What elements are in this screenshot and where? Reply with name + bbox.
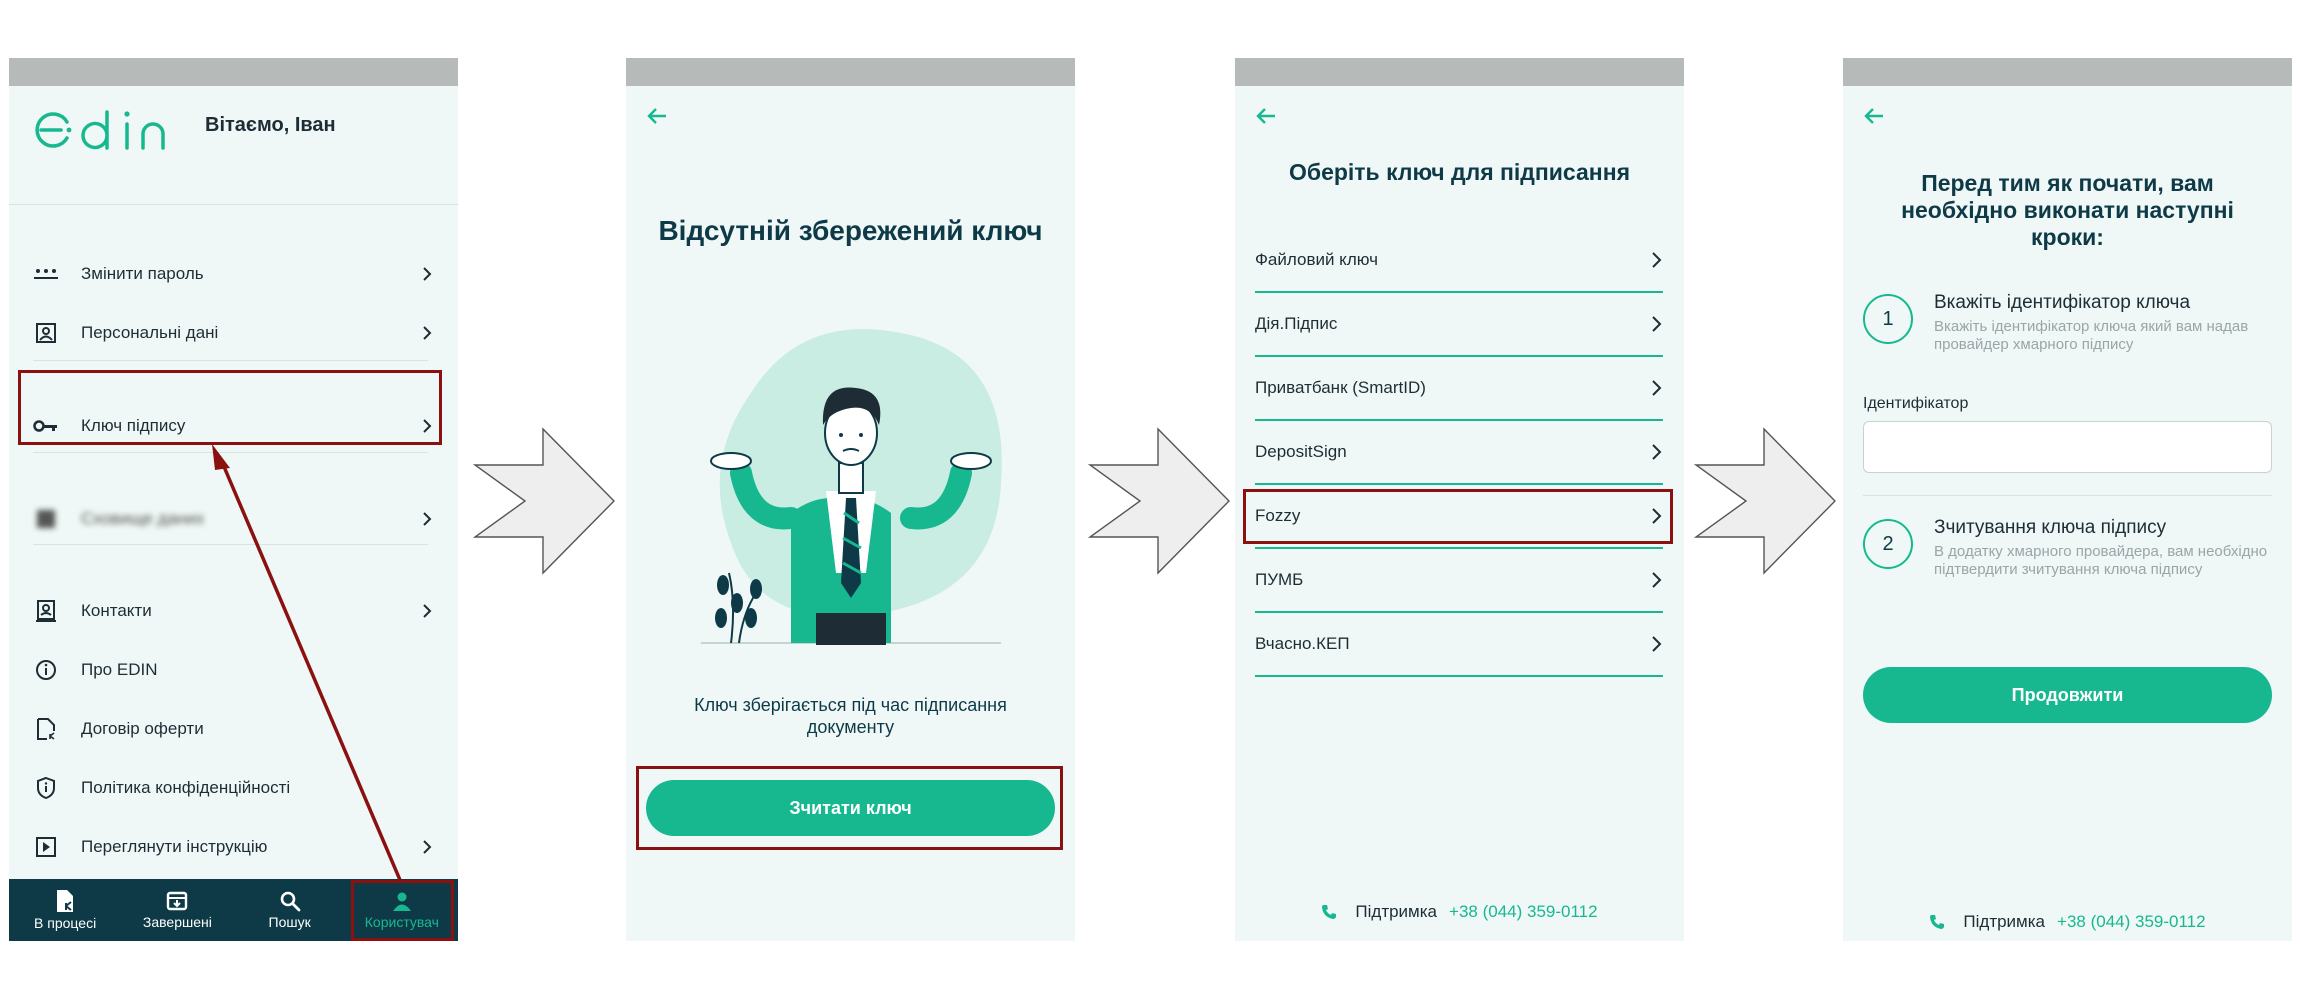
step-title: Зчитування ключа підпису [1934,517,2167,538]
status-bar [1843,58,2292,86]
key-option-pumb[interactable]: ПУМБ [1255,549,1663,613]
status-bar [1235,58,1684,86]
screen-cloud-key-steps: Перед тим як почати, вам необхідно викон… [1843,58,2292,941]
support-line: Підтримка +38 (044) 359-0112 [1843,912,2292,932]
divider [1863,495,2272,496]
chevron-right-icon [1652,572,1662,588]
key-option-label: Вчасно.КЕП [1255,634,1350,653]
step-description: Вкажіть ідентифікатор ключа який вам над… [1934,318,2249,353]
back-arrow-icon[interactable] [1863,104,1887,128]
key-option-file[interactable]: Файловий ключ [1255,229,1663,293]
support-label: Підтримка [1355,902,1438,921]
continue-button[interactable]: Продовжити [1863,667,2272,723]
flow-arrow-3 [1694,427,1836,575]
step-number: 2 [1863,519,1913,569]
page-title: Оберіть ключ для підписання [1288,159,1631,185]
identifier-label: Ідентифікатор [1863,395,1969,412]
key-option-privatbank[interactable]: Приватбанк (SmartID) [1255,357,1663,421]
chevron-right-icon [1652,444,1662,460]
key-option-fozzy[interactable]: Fozzy [1255,485,1663,549]
back-arrow-icon[interactable] [1255,104,1279,128]
support-label: Підтримка [1963,912,2046,931]
step-number: 1 [1863,294,1913,344]
page-title: Перед тим як почати, вам необхідно викон… [1901,170,2234,250]
identifier-input[interactable] [1863,421,2272,473]
info-text: Ключ зберігається під час підписання док… [694,695,1007,737]
key-option-label: Fozzy [1255,506,1301,525]
flow-arrow-1 [473,427,615,575]
key-option-label: Приватбанк (SmartID) [1255,378,1426,397]
step-1: 1 Вкажіть ідентифікатор ключа Вкажіть ід… [1863,292,2272,392]
confused-man-illustration [701,329,1002,645]
back-arrow-icon[interactable] [646,104,670,128]
key-option-label: DepositSign [1255,442,1347,461]
step-title: Вкажіть ідентифікатор ключа [1934,292,2191,313]
support-phone-link[interactable]: +38 (044) 359-0112 [1449,902,1598,922]
step-2: 2 Зчитування ключа підпису В додатку хма… [1863,517,2272,617]
support-phone-link[interactable]: +38 (044) 359-0112 [2057,912,2206,932]
read-key-button[interactable]: Зчитати ключ [646,780,1055,836]
phone-icon [1322,905,1337,919]
status-bar [626,58,1075,86]
chevron-right-icon [1652,636,1662,652]
key-option-label: Файловий ключ [1255,250,1378,269]
chevron-right-icon [1652,316,1662,332]
chevron-right-icon [1652,380,1662,396]
flow-arrow-2 [1088,427,1230,575]
key-option-vchasno[interactable]: Вчасно.КЕП [1255,613,1663,677]
step-description: В додатку хмарного провайдера, вам необх… [1934,543,2268,578]
key-option-label: Дія.Підпис [1255,314,1338,333]
chevron-right-icon [1652,252,1662,268]
chevron-right-icon [1652,508,1662,524]
phone-icon [1930,915,1945,929]
screen-no-saved-key: Відсутній збережений ключ Ключ зберігаєт… [626,58,1075,941]
key-option-label: ПУМБ [1255,570,1304,589]
page-title: Відсутній збережений ключ [658,215,1043,246]
support-line: Підтримка +38 (044) 359-0112 [1235,902,1684,922]
key-option-diia[interactable]: Дія.Підпис [1255,293,1663,357]
screen-choose-key: Оберіть ключ для підписання Файловий клю… [1235,58,1684,941]
key-option-depositsign[interactable]: DepositSign [1255,421,1663,485]
